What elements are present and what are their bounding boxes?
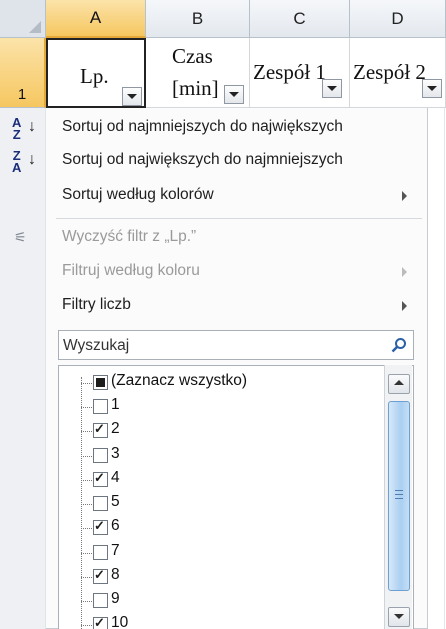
- filter-value-row[interactable]: 9: [59, 590, 359, 612]
- sort-descending-icon: Z A ↓: [12, 148, 36, 175]
- filter-value-row[interactable]: 4: [59, 469, 359, 491]
- filter-dropdown-button-b[interactable]: [224, 85, 244, 104]
- filter-dropdown-button-c[interactable]: [322, 79, 342, 98]
- scroll-up-button[interactable]: [388, 374, 410, 394]
- submenu-arrow-icon: [402, 301, 407, 311]
- column-header-a[interactable]: A: [46, 0, 146, 38]
- filter-value-row[interactable]: 3: [59, 445, 359, 467]
- menu-item-sort-by-color[interactable]: Sortuj według kolorów: [62, 186, 214, 204]
- menu-item-sort-ascending[interactable]: Sortuj od najmniejszych do największych: [62, 118, 343, 136]
- menu-item-clear-filter[interactable]: Wyczyść filtr z „Lp.”: [62, 228, 196, 246]
- filter-values-list: (Zaznacz wszystko) 1 2 3 4 5 6 7 8 9 10: [58, 365, 414, 629]
- checkbox[interactable]: [93, 545, 108, 560]
- filter-value-row[interactable]: 10: [59, 614, 359, 629]
- menu-separator: [56, 218, 422, 219]
- column-header-b[interactable]: B: [146, 0, 250, 38]
- cell-c1-zespol1[interactable]: Zespół 1: [250, 38, 350, 108]
- cell-d1-zespol2[interactable]: Zespół 2: [350, 38, 446, 108]
- filter-dropdown-button-d[interactable]: [422, 79, 442, 98]
- menu-item-number-filters[interactable]: Filtry liczb: [62, 296, 131, 314]
- filter-search-input[interactable]: Wyszukaj: [58, 330, 414, 360]
- column-header-d[interactable]: D: [350, 0, 446, 38]
- menu-item-filter-by-color[interactable]: Filtruj według koloru: [62, 262, 200, 280]
- filter-dropdown-button-a[interactable]: [122, 87, 142, 106]
- filter-value-row[interactable]: 2: [59, 420, 359, 442]
- checkbox[interactable]: [93, 470, 108, 487]
- scroll-down-button[interactable]: [388, 607, 410, 627]
- select-all-corner[interactable]: [0, 0, 46, 38]
- cell-a1-lp[interactable]: Lp.: [46, 38, 146, 108]
- checkbox[interactable]: [93, 615, 108, 629]
- filter-list-scrollbar[interactable]: [384, 365, 412, 629]
- checkbox[interactable]: [93, 375, 108, 390]
- scroll-thumb[interactable]: [388, 401, 410, 591]
- search-icon[interactable]: [391, 337, 407, 353]
- filter-value-row[interactable]: 8: [59, 566, 359, 588]
- filter-value-row[interactable]: 5: [59, 493, 359, 515]
- grid-line: [444, 108, 445, 629]
- checkbox[interactable]: [93, 421, 108, 438]
- filter-value-row[interactable]: 7: [59, 542, 359, 564]
- checkbox[interactable]: [93, 593, 108, 608]
- row-header-1[interactable]: 1: [0, 38, 46, 108]
- menu-icon-column: [0, 108, 46, 629]
- cell-b1-czas[interactable]: Czas [min]: [146, 38, 250, 108]
- clear-filter-icon: ⚟: [14, 229, 27, 245]
- filter-value-row[interactable]: 1: [59, 396, 359, 418]
- filter-value-row[interactable]: 6: [59, 517, 359, 539]
- select-all-triangle-icon: [29, 21, 41, 33]
- checkbox[interactable]: [93, 496, 108, 511]
- checkbox[interactable]: [93, 567, 108, 584]
- checkbox[interactable]: [93, 399, 108, 414]
- checkbox[interactable]: [93, 518, 108, 535]
- menu-item-sort-descending[interactable]: Sortuj od największych do najmniejszych: [62, 151, 343, 169]
- filter-value-select-all[interactable]: (Zaznacz wszystko): [59, 372, 359, 394]
- submenu-arrow-icon: [402, 267, 407, 277]
- column-header-c[interactable]: C: [250, 0, 350, 38]
- sort-ascending-icon: A Z ↓: [12, 115, 36, 142]
- submenu-arrow-icon: [402, 191, 407, 201]
- checkbox[interactable]: [93, 448, 108, 463]
